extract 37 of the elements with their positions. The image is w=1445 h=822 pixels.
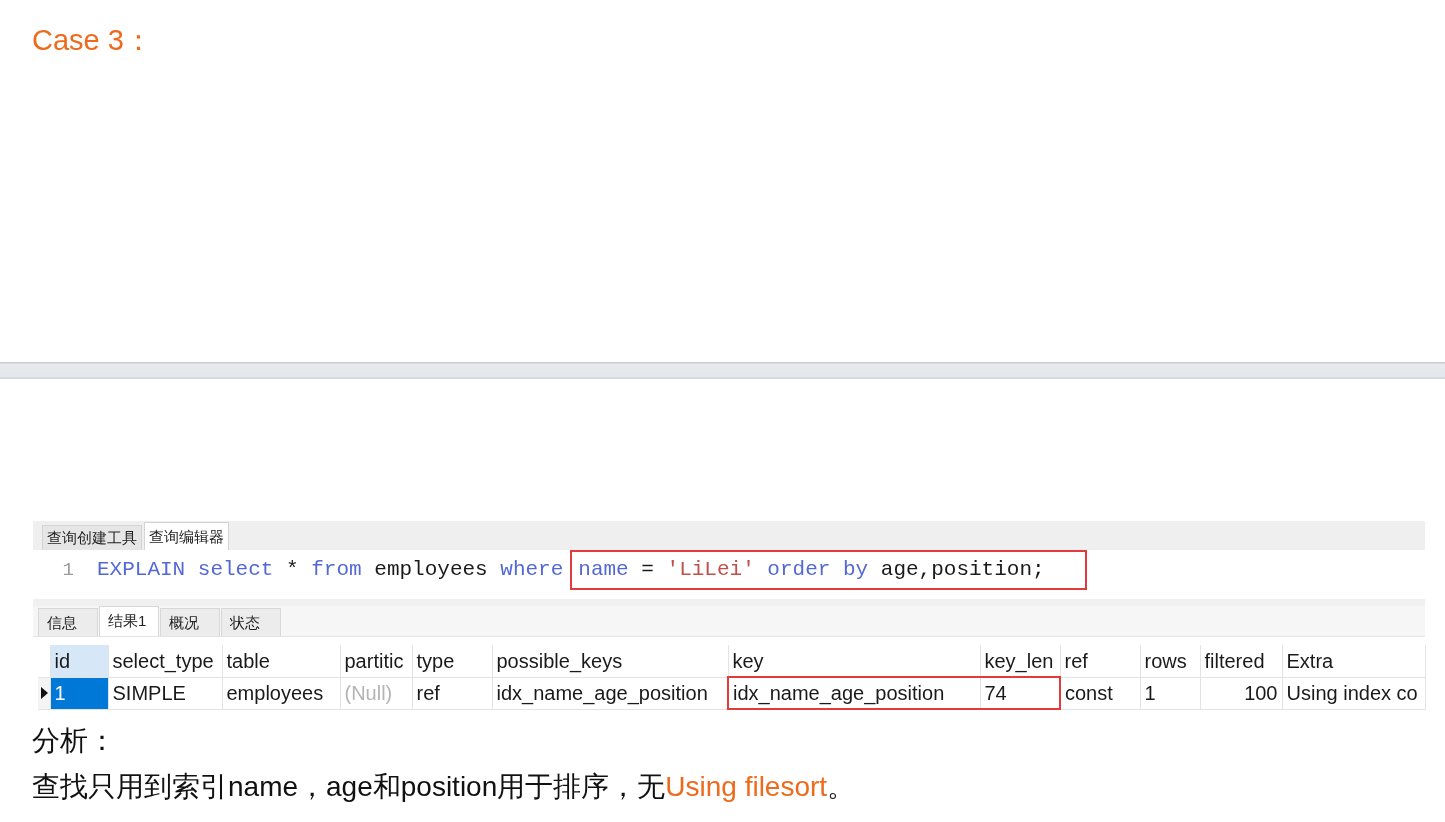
table-cell: const: [1060, 677, 1140, 709]
page-title: Case 3：: [32, 23, 153, 58]
result-tab[interactable]: 信息: [38, 608, 98, 636]
line-number: 1: [61, 557, 74, 583]
column-header[interactable]: rows: [1140, 645, 1200, 677]
query-tab[interactable]: 查询创建工具: [42, 525, 142, 550]
table-cell: 1: [50, 677, 108, 709]
column-header[interactable]: key: [728, 645, 980, 677]
result-tab[interactable]: 状态: [221, 608, 281, 636]
table-cell: idx_name_age_position: [492, 677, 728, 709]
analysis-heading: 分析：: [32, 724, 116, 758]
table-cell: employees: [222, 677, 340, 709]
splitter-bar[interactable]: [33, 599, 1425, 606]
table-cell: 100: [1200, 677, 1282, 709]
column-header[interactable]: key_len: [980, 645, 1060, 677]
table-cell: (Null): [340, 677, 412, 709]
column-header[interactable]: id: [50, 645, 108, 677]
column-header[interactable]: partitic: [340, 645, 412, 677]
column-header[interactable]: Extra: [1282, 645, 1425, 677]
column-header[interactable]: filtered: [1200, 645, 1282, 677]
column-header[interactable]: ref: [1060, 645, 1140, 677]
code-text: name = 'LiLei' order by age,position;: [570, 550, 1087, 590]
column-header[interactable]: possible_keys: [492, 645, 728, 677]
table-cell: 74: [980, 677, 1060, 709]
query-tab[interactable]: 查询编辑器: [144, 522, 229, 550]
table-cell: SIMPLE: [108, 677, 222, 709]
column-header[interactable]: table: [222, 645, 340, 677]
result-tab[interactable]: 结果1: [99, 606, 159, 636]
column-header[interactable]: type: [412, 645, 492, 677]
table-cell: Using index co: [1282, 677, 1425, 709]
table-cell: ref: [412, 677, 492, 709]
analysis-text: 查找只用到索引name，age和position用于排序，无Using filesort。: [32, 770, 856, 804]
code-text: EXPLAIN select * from employees where: [97, 557, 564, 583]
column-header[interactable]: select_type: [108, 645, 222, 677]
table-cell: 1: [1140, 677, 1200, 709]
result-tab[interactable]: 概况: [160, 608, 220, 636]
table-cell: idx_name_age_position: [728, 677, 980, 709]
